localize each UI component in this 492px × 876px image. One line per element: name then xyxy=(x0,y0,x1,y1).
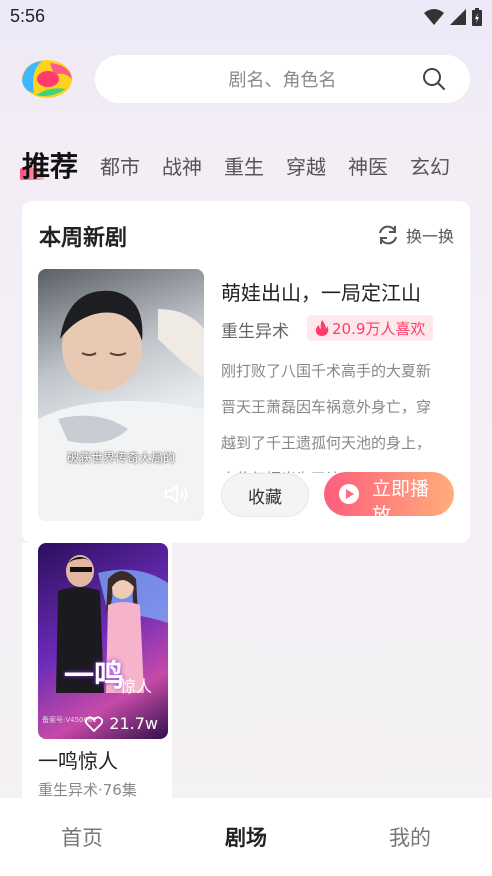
refresh-button[interactable]: 换一换 xyxy=(376,223,454,247)
status-time: 5:56 xyxy=(10,6,46,26)
flame-icon xyxy=(315,320,329,336)
tab-recommend[interactable]: 推荐 xyxy=(20,150,79,183)
category-tabs: 推荐 都市 战神 重生 穿越 神医 玄幻 xyxy=(20,138,492,183)
refresh-label: 换一换 xyxy=(405,227,454,246)
drama-genre: 重生异术 xyxy=(221,322,289,342)
refresh-icon xyxy=(379,225,397,245)
search-icon[interactable] xyxy=(422,67,446,91)
grid-like-count: 21.7w xyxy=(109,714,158,733)
tab-time-travel[interactable]: 穿越 xyxy=(286,152,326,182)
weekly-new-card: 本周新剧 换一换 破获世界传奇大局的 萌娃出山，一局定江山 重生异术 20.9万… xyxy=(22,201,470,543)
collect-button[interactable]: 收藏 xyxy=(221,473,309,517)
tab-urban[interactable]: 都市 xyxy=(100,152,140,182)
bottom-nav: 首页 剧场 我的 xyxy=(0,798,492,876)
play-now-button[interactable]: 立即播放 xyxy=(324,472,454,516)
wifi-icon xyxy=(424,9,444,25)
search-placeholder: 剧名、角色名 xyxy=(228,70,337,91)
drama-description: 刚打败了八国千术高手的大夏新晋天王萧磊因车祸意外身亡，穿越到了千王遗孤何天池的身… xyxy=(221,362,432,473)
drama-title[interactable]: 萌娃出山，一局定江山 xyxy=(221,277,451,306)
section-title: 本周新剧 xyxy=(39,226,128,251)
tab-war-god[interactable]: 战神 xyxy=(162,152,202,182)
grid-poster-subtitle: 惊人 xyxy=(120,677,153,696)
battery-icon xyxy=(472,8,482,26)
likes-count: 20.9万人喜欢 xyxy=(332,319,426,338)
signal-icon xyxy=(450,9,466,25)
tab-miracle-doctor[interactable]: 神医 xyxy=(348,152,388,182)
tab-label: 推荐 xyxy=(22,150,79,183)
likes-badge: 20.9万人喜欢 xyxy=(307,315,434,341)
tab-fantasy[interactable]: 玄幻 xyxy=(410,152,450,182)
drama-grid-item[interactable]: 一鸣 惊人 备案号:V450061 21.7w 一鸣惊人 重生异术·76集 xyxy=(22,543,172,799)
play-icon xyxy=(339,484,359,504)
nav-home[interactable]: 首页 xyxy=(22,822,142,852)
grid-drama-title: 一鸣惊人 xyxy=(38,749,118,773)
search-input[interactable]: 剧名、角色名 xyxy=(95,55,470,103)
drama-poster[interactable]: 破获世界传奇大局的 xyxy=(38,269,204,521)
grid-likes: 21.7w xyxy=(85,714,158,733)
grid-drama-meta: 重生异术·76集 xyxy=(38,781,137,799)
nav-profile[interactable]: 我的 xyxy=(350,822,470,852)
volume-icon[interactable] xyxy=(164,483,190,505)
app-logo-icon xyxy=(22,60,72,98)
nav-theater[interactable]: 剧场 xyxy=(186,822,306,852)
status-icons xyxy=(424,8,482,26)
grid-poster-illustration xyxy=(56,555,168,693)
grid-poster-title: 一鸣 xyxy=(64,659,124,694)
poster-caption: 破获世界传奇大局的 xyxy=(66,451,175,465)
status-bar: 5:56 xyxy=(0,0,492,36)
tab-rebirth[interactable]: 重生 xyxy=(224,152,264,182)
heart-icon xyxy=(85,715,104,732)
grid-drama-poster[interactable]: 一鸣 惊人 备案号:V450061 21.7w xyxy=(38,543,168,739)
play-label: 立即播放 xyxy=(372,478,430,516)
